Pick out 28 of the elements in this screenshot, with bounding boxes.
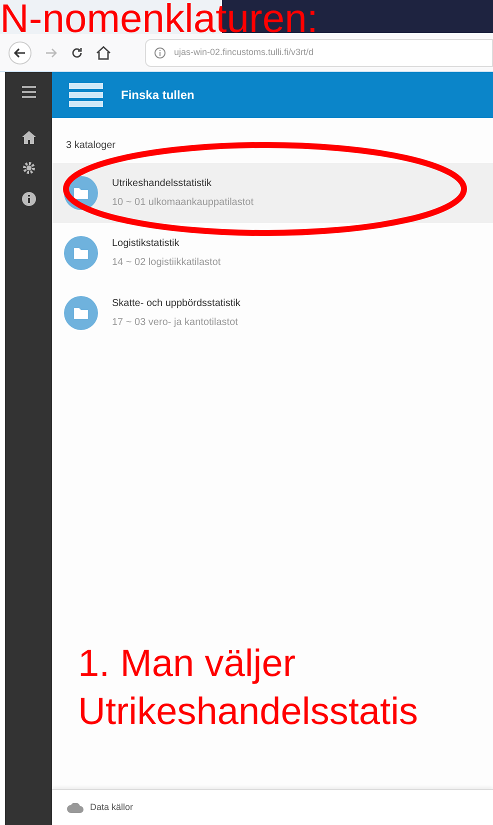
reload-icon[interactable] [70,46,84,60]
folder-icon [64,236,98,270]
info-icon [154,46,166,58]
folder-icon [64,296,98,330]
catalog-icon [69,82,103,108]
catalog-subtitle: 10 ~ 01 ulkomaankauppatilastot [112,196,254,210]
catalog-subtitle: 14 ~ 02 logistiikkatilastot [112,256,221,270]
app-title: Finska tullen [121,87,194,104]
catalog-item[interactable]: Skatte- och uppbördsstatistik 17 ~ 03 vero- ja kantotilastot [52,283,493,343]
catalog-item[interactable]: Utrikeshandelsstatistik 10 ~ 01 ulkomaankauppatilastot [52,163,493,223]
catalog-item[interactable]: Logistikstatistik 14 ~ 02 logistiikkatilastot [52,223,493,283]
catalog-title: Utrikeshandelsstatistik [112,177,212,191]
back-icon[interactable] [8,40,32,64]
data-sources-link[interactable]: Data källor [90,800,134,814]
folder-icon [64,176,98,210]
catalog-count: 3 kataloger [65,139,116,153]
menu-icon[interactable] [22,86,36,98]
annotation-text: 1. Man väljer [78,642,297,687]
catalog-subtitle: 17 ~ 03 vero- ja kantotilastot [112,316,239,330]
home-icon[interactable] [96,46,111,60]
url-text: ujas-win-02.fincustoms.tulli.fi/v3rt/d [174,46,314,59]
cloud-icon [67,802,84,812]
annotation-text: Utrikeshandelsstatis [78,690,418,735]
info-icon[interactable] [22,192,36,206]
catalog-title: Skatte- och uppbördsstatistik [112,297,240,311]
settings-icon[interactable] [22,161,36,175]
home-icon[interactable] [22,131,36,144]
catalog-title: Logistikstatistik [112,237,180,251]
